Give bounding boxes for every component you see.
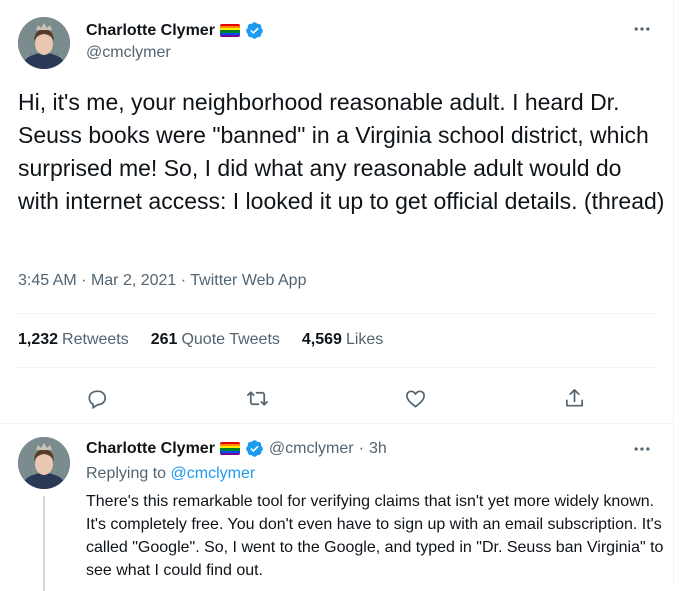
reply-author-row: Charlotte Clymer @cmclymer · 3h bbox=[86, 439, 387, 458]
tweet-actions bbox=[0, 381, 673, 415]
meta-separator: · bbox=[81, 272, 87, 289]
tweet-text: Hi, it's me, your neighborhood reasonabl… bbox=[18, 89, 665, 214]
reply-text: There's this remarkable tool for verifyi… bbox=[86, 493, 664, 579]
divider bbox=[18, 313, 658, 314]
avatar[interactable] bbox=[18, 17, 70, 69]
quote-label: Quote Tweets bbox=[181, 331, 280, 348]
retweets-stat[interactable]: 1,232 Retweets bbox=[18, 331, 129, 349]
share-icon bbox=[565, 388, 583, 407]
reply-author-handle[interactable]: @cmclymer bbox=[269, 440, 354, 458]
rainbow-flag-icon bbox=[219, 442, 240, 455]
likes-stat[interactable]: 4,569 Likes bbox=[302, 331, 383, 349]
likes-label: Likes bbox=[345, 331, 384, 348]
retweet-icon bbox=[246, 390, 268, 406]
replying-to-prefix: Replying to bbox=[86, 465, 167, 482]
retweets-label: Retweets bbox=[62, 331, 129, 348]
author-row: Charlotte Clymer bbox=[86, 21, 264, 40]
reply-icon bbox=[87, 389, 106, 409]
retweets-count: 1,232 bbox=[18, 331, 59, 348]
replying-to-handle[interactable]: @cmclymer bbox=[171, 465, 256, 482]
reply-age[interactable]: 3h bbox=[369, 440, 387, 458]
share-button[interactable] bbox=[557, 381, 591, 415]
rainbow-flag-icon bbox=[219, 24, 240, 37]
divider bbox=[0, 423, 673, 424]
like-button[interactable] bbox=[398, 381, 432, 415]
tweet-date[interactable]: Mar 2, 2021 bbox=[91, 272, 176, 289]
reply-avatar[interactable] bbox=[18, 437, 70, 489]
replying-to: Replying to @cmclymer bbox=[86, 465, 255, 483]
verified-badge-icon bbox=[246, 440, 263, 457]
tweet-time[interactable]: 3:45 AM bbox=[18, 272, 77, 289]
tweet-meta: 3:45 AM · Mar 2, 2021 · Twitter Web App bbox=[18, 272, 306, 290]
tweet-source[interactable]: Twitter Web App bbox=[190, 272, 306, 289]
meta-separator: · bbox=[358, 439, 364, 457]
reply-author-name[interactable]: Charlotte Clymer bbox=[86, 440, 215, 458]
author-name[interactable]: Charlotte Clymer bbox=[86, 22, 215, 40]
divider bbox=[18, 367, 658, 368]
more-options-icon[interactable] bbox=[632, 19, 652, 39]
more-options-icon[interactable] bbox=[632, 439, 652, 459]
tweet-stats: 1,232 Retweets 261 Quote Tweets 4,569 Likes bbox=[18, 331, 383, 349]
quote-count: 261 bbox=[150, 331, 178, 348]
quote-tweets-stat[interactable]: 261 Quote Tweets bbox=[151, 331, 280, 349]
like-icon bbox=[405, 389, 425, 408]
reply-button[interactable] bbox=[79, 381, 113, 415]
meta-separator: · bbox=[180, 272, 187, 289]
author-handle[interactable]: @cmclymer bbox=[86, 44, 171, 62]
thread-line bbox=[43, 496, 45, 591]
tweet-card: Charlotte Clymer @cmclymer Hi, it's me, … bbox=[0, 0, 674, 591]
retweet-button[interactable] bbox=[240, 381, 274, 415]
verified-badge-icon bbox=[246, 22, 263, 39]
likes-count: 4,569 bbox=[301, 331, 342, 348]
